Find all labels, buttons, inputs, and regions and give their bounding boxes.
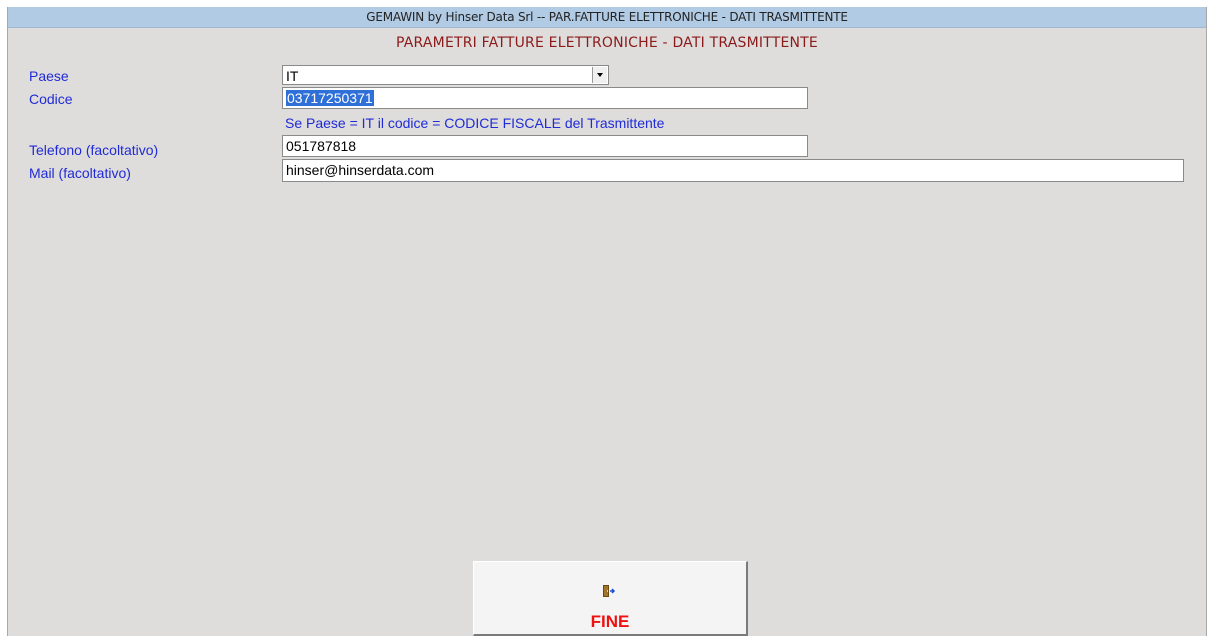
codice-hint: Se Paese = IT il codice = CODICE FISCALE… — [285, 115, 665, 131]
paese-select[interactable]: IT — [282, 65, 609, 85]
codice-value: 03717250371 — [286, 90, 374, 106]
codice-label: Codice — [29, 91, 73, 107]
telefono-field[interactable]: 051787818 — [282, 135, 808, 157]
exit-door-icon — [603, 585, 616, 597]
paese-selected-value: IT — [286, 68, 299, 84]
telefono-label: Telefono (facoltativo) — [29, 142, 159, 158]
mail-label: Mail (facoltativo) — [29, 165, 131, 181]
app-window: GEMAWIN by Hinser Data Srl -- PAR.FATTUR… — [7, 7, 1207, 636]
mail-field[interactable]: hinser@hinserdata.com — [282, 159, 1184, 182]
paese-label: Paese — [29, 68, 69, 84]
mail-value: hinser@hinserdata.com — [286, 162, 435, 178]
fine-button[interactable]: FINE — [473, 561, 748, 636]
telefono-value: 051787818 — [286, 138, 357, 154]
fine-button-label: FINE — [590, 612, 630, 631]
window-titlebar: GEMAWIN by Hinser Data Srl -- PAR.FATTUR… — [8, 7, 1206, 28]
page-title: PARAMETRI FATTURE ELETTRONICHE - DATI TR… — [396, 35, 818, 51]
chevron-down-icon[interactable] — [592, 67, 607, 83]
codice-field[interactable]: 03717250371 — [282, 87, 808, 109]
